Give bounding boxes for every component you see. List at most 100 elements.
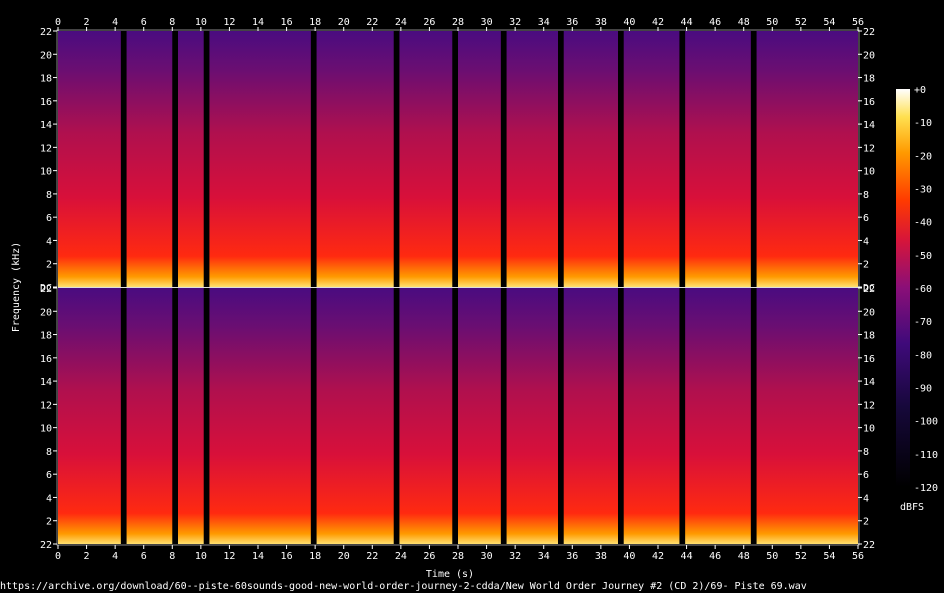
colorbar-tick-label: -10 [914,118,932,129]
y-tick-label-right: 2 [863,517,869,528]
x-tick-label-bottom: 8 [169,551,175,562]
silence-gap [310,288,317,544]
x-axis-label: Time (s) [426,569,474,580]
x-tick-label-top: 4 [112,17,118,28]
silence-gap [500,31,507,287]
colorbar-tick-label: -70 [914,317,932,328]
silence-gap [679,288,686,544]
y-tick-label-right: 14 [863,377,875,388]
x-tick-label-bottom: 28 [452,551,464,562]
silence-gap [500,288,507,544]
colorbar-tick-label: -90 [914,384,932,395]
y-tick-label-left: 14 [40,377,52,388]
x-tick-label-top: 20 [338,17,350,28]
colorbar-tick-label: -40 [914,218,932,229]
x-tick-label-bottom: 46 [709,551,721,562]
silence-gap [750,31,757,287]
x-tick-label-bottom: 4 [112,551,118,562]
x-tick-label-bottom: 26 [423,551,435,562]
x-tick-label-bottom: 42 [652,551,664,562]
x-tick-label-bottom: 6 [141,551,147,562]
x-tick-label-bottom: 48 [738,551,750,562]
y-tick-label-left: 10 [40,167,52,178]
spectrogram-figure: 0 0 2 2 4 4 6 6 8 8 10 10 12 12 14 14 16 16 18 18 20 20 22 22 24… [0,0,944,593]
y-tick-label-right: 16 [863,97,875,108]
x-tick-label-top: 42 [652,17,664,28]
y-tick-label-right: 6 [863,213,869,224]
y-tick-label-right: 22 [863,27,875,38]
x-tick-label-top: 10 [195,17,207,28]
x-tick-label-top: 32 [509,17,521,28]
silence-gap [750,288,757,544]
colorbar-tick-label: -60 [914,284,932,295]
silence-gap [310,31,317,287]
y-tick-label-left: 4 [46,236,52,247]
y-tick-label-right: 6 [863,470,869,481]
y-tick-label-right: 20 [863,307,875,318]
y-tick-label-right: 12 [863,400,875,411]
x-tick-label-top: 34 [538,17,550,28]
y-tick-label-left: 16 [40,97,52,108]
x-tick-label-bottom: 2 [84,551,90,562]
colorbar-tick-label: -50 [914,251,932,262]
x-tick-label-bottom: 50 [766,551,778,562]
silence-gap [203,31,210,287]
x-tick-label-bottom: 12 [223,551,235,562]
y-tick-label-right: 16 [863,354,875,365]
x-tick-label-top: 0 [55,17,61,28]
y-tick-label-left: 22 [40,540,52,551]
x-tick-label-bottom: 44 [681,551,693,562]
y-tick-label-left: 14 [40,120,52,131]
x-tick-label-top: 6 [141,17,147,28]
y-tick-label-right: 20 [863,50,875,61]
y-tick-label-right: 4 [863,493,869,504]
x-tick-label-top: 24 [395,17,407,28]
x-tick-label-bottom: 18 [309,551,321,562]
x-tick-label-bottom: 20 [338,551,350,562]
colorbar-tick-label: -80 [914,350,932,361]
silence-gap [203,288,210,544]
x-tick-label-bottom: 56 [852,551,864,562]
x-tick-label-bottom: 36 [566,551,578,562]
x-tick-label-bottom: 24 [395,551,407,562]
x-tick-label-bottom: 34 [538,551,550,562]
x-tick-label-top: 16 [281,17,293,28]
x-tick-label-top: 48 [738,17,750,28]
silence-gap [558,31,564,287]
y-tick-label-right: 18 [863,331,875,342]
x-tick-label-top: 26 [423,17,435,28]
silence-gap [120,288,127,544]
y-tick-label-left: 6 [46,470,52,481]
x-tick-label-bottom: 0 [55,551,61,562]
x-tick-label-bottom: 30 [481,551,493,562]
colorbar-tick-label: -20 [914,151,932,162]
x-tick-label-top: 54 [823,17,835,28]
x-tick-label-top: 46 [709,17,721,28]
x-tick-label-bottom: 14 [252,551,264,562]
y-tick-label-left: 2 [46,517,52,528]
x-tick-label-top: 30 [481,17,493,28]
y-tick-label-left: 6 [46,213,52,224]
y-tick-label-right: 18 [863,74,875,85]
silence-gap [452,288,458,544]
silence-gap [679,31,686,287]
y-tick-label-right: 22 [863,540,875,551]
colorbar-tick-label: -120 [914,483,938,494]
y-tick-label-right: 2 [863,260,869,271]
y-tick-label-left: 12 [40,143,52,154]
silence-gap [120,31,127,287]
x-tick-label-top: 40 [623,17,635,28]
y-tick-label-right: 22 [863,284,875,295]
x-tick-label-top: 38 [595,17,607,28]
silence-gap [172,288,178,544]
silence-gap [393,288,400,544]
y-tick-label-right: 10 [863,167,875,178]
y-tick-label-right: 14 [863,120,875,131]
y-tick-label-left: 20 [40,307,52,318]
silence-gap [393,31,400,287]
x-tick-label-top: 2 [84,17,90,28]
x-tick-label-bottom: 16 [281,551,293,562]
x-tick-label-top: 36 [566,17,578,28]
x-tick-label-bottom: 38 [595,551,607,562]
y-tick-label-left: 10 [40,424,52,435]
